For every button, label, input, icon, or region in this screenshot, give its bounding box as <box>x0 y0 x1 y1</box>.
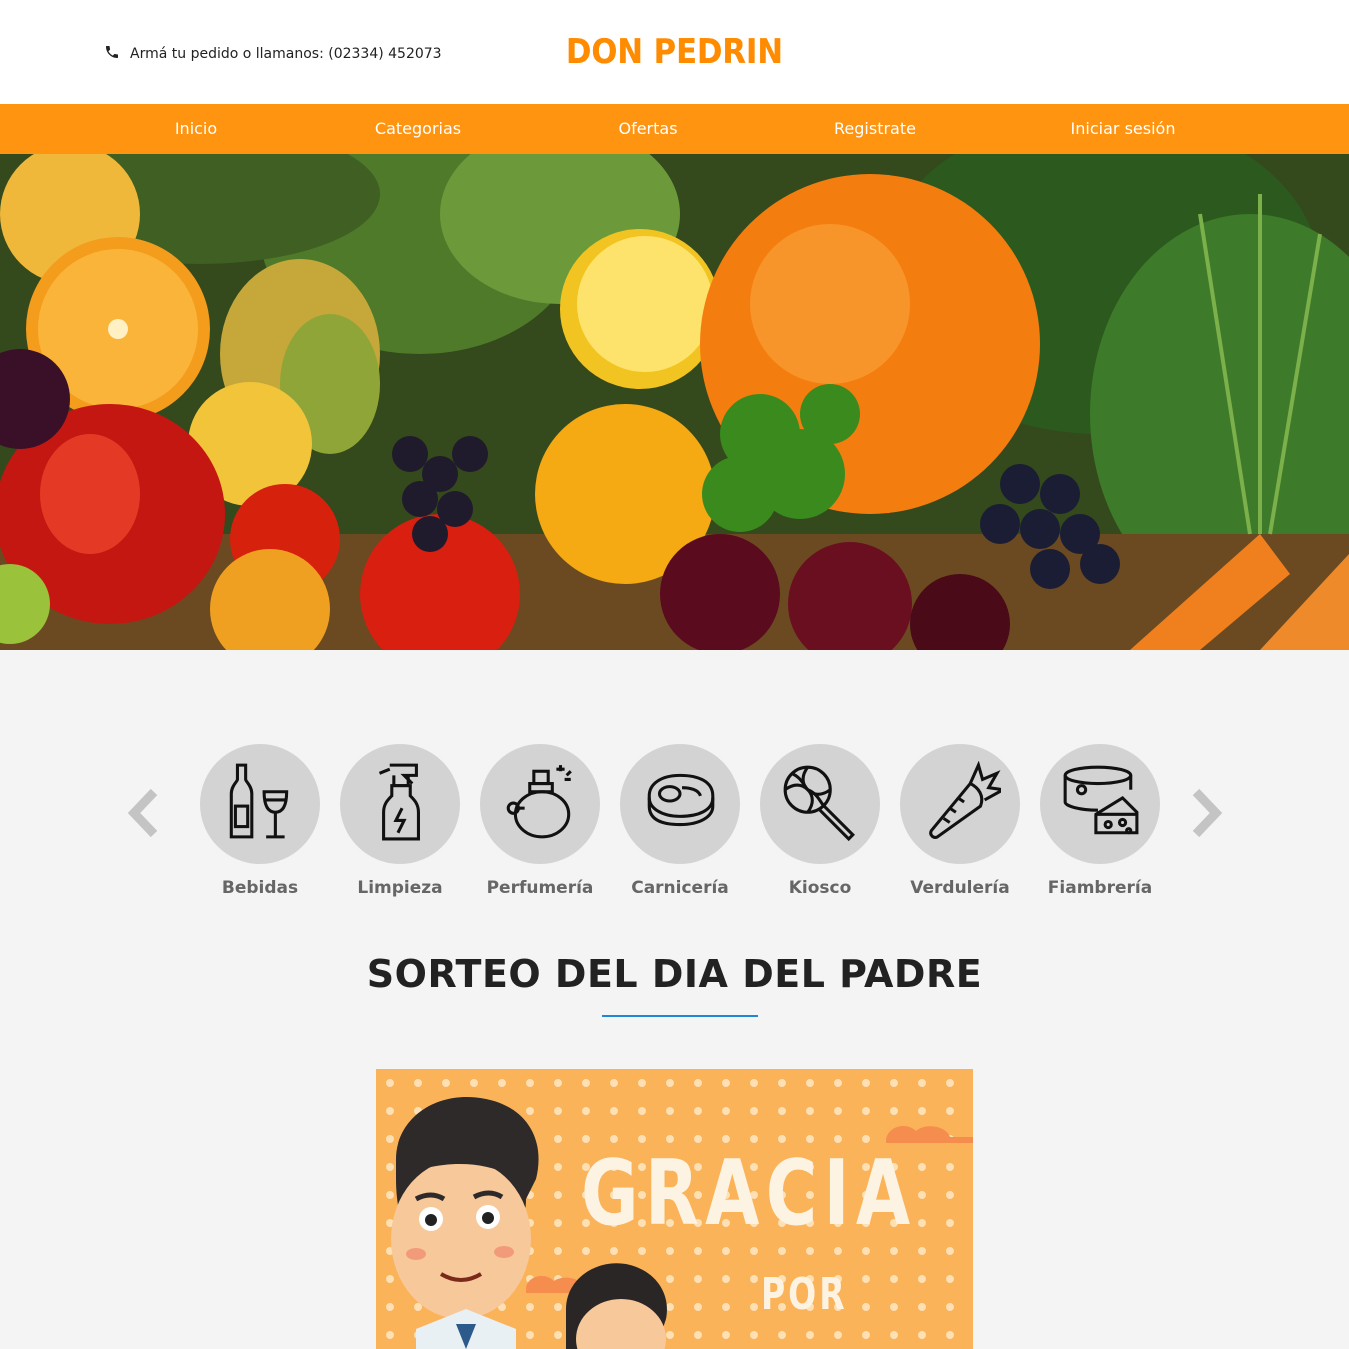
category-label: Carnicería <box>631 878 729 898</box>
carousel-next-button[interactable] <box>1186 788 1226 838</box>
site-logo[interactable]: DON PEDRIN <box>566 32 783 72</box>
hero-banner-image <box>0 154 1349 650</box>
category-verduleria-circle <box>900 744 1020 864</box>
lollipop-icon <box>779 761 861 848</box>
category-label: Fiambrería <box>1047 878 1153 898</box>
category-carniceria[interactable]: Carnicería <box>610 744 750 898</box>
phone-icon <box>104 44 120 64</box>
phone-contact: Armá tu pedido o llamanos: (02334) 45207… <box>104 44 442 64</box>
promo-image[interactable]: GRACIA POR <box>376 1069 973 1349</box>
title-underline <box>602 1015 758 1017</box>
perfume-icon <box>499 761 581 848</box>
category-label: Verdulería <box>910 878 1010 898</box>
carousel-prev-button[interactable] <box>124 788 164 838</box>
category-perfumeria-circle <box>480 744 600 864</box>
nav-item-categorias[interactable]: Categorias <box>375 104 461 154</box>
carrot-icon <box>919 760 1008 848</box>
category-kiosco-circle <box>760 744 880 864</box>
nav-item-registrate[interactable]: Registrate <box>834 104 916 154</box>
category-label: Limpieza <box>357 878 443 898</box>
category-kiosco[interactable]: Kiosco <box>750 744 890 898</box>
category-label: Perfumería <box>486 878 594 898</box>
steak-icon <box>639 761 721 848</box>
main-nav: Inicio Categorias Ofertas Registrate Ini… <box>0 104 1349 154</box>
category-fiambreria[interactable]: Fiambrería <box>1030 744 1170 898</box>
top-header: Armá tu pedido o llamanos: (02334) 45207… <box>0 0 1349 104</box>
category-verduleria[interactable]: Verdulería <box>890 744 1030 898</box>
promo-text-line1: GRACIA <box>581 1141 917 1246</box>
phone-text: Armá tu pedido o llamanos: (02334) 45207… <box>130 46 442 62</box>
category-label: Bebidas <box>221 878 299 898</box>
category-bebidas[interactable]: Bebidas <box>190 744 330 898</box>
section-title: SORTEO DEL DIA DEL PADRE <box>366 952 983 996</box>
category-limpieza-circle <box>340 744 460 864</box>
nav-item-inicio[interactable]: Inicio <box>175 104 217 154</box>
promo-text-line2: POR <box>761 1269 848 1320</box>
category-limpieza[interactable]: Limpieza <box>330 744 470 898</box>
category-bebidas-circle <box>200 744 320 864</box>
category-fiambreria-circle <box>1040 744 1160 864</box>
bottle-wine-icon <box>219 761 301 848</box>
chevron-left-icon <box>124 788 164 842</box>
category-carniceria-circle <box>620 744 740 864</box>
category-perfumeria[interactable]: Perfumería <box>470 744 610 898</box>
nav-item-ofertas[interactable]: Ofertas <box>618 104 677 154</box>
cheese-icon <box>1059 761 1141 848</box>
nav-item-iniciar-sesion[interactable]: Iniciar sesión <box>1071 104 1176 154</box>
spray-bottle-icon <box>359 761 441 848</box>
chevron-right-icon <box>1186 788 1226 842</box>
category-label: Kiosco <box>788 878 852 898</box>
